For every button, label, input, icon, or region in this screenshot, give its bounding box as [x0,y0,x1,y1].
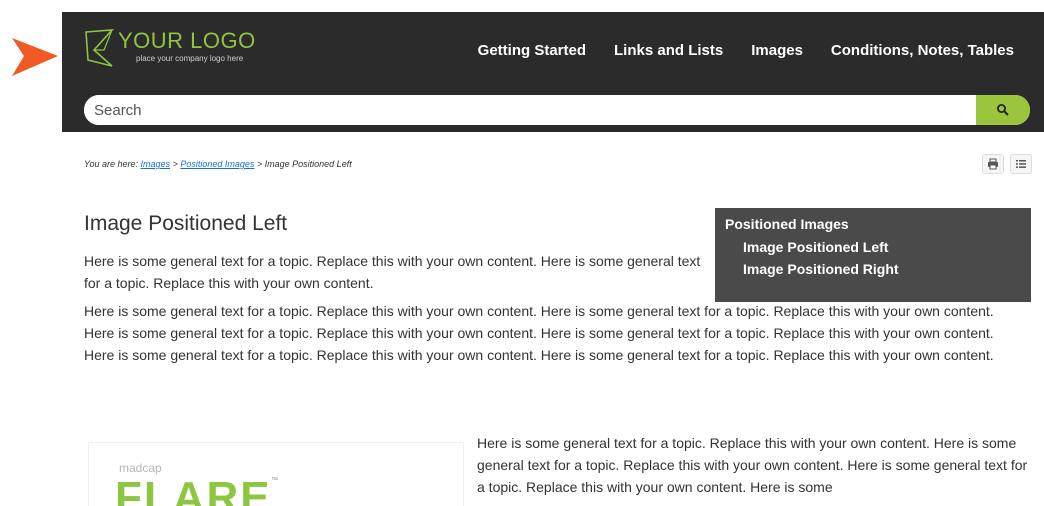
breadcrumb-link-images[interactable]: Images [141,159,171,169]
breadcrumb-prefix: You are here: [84,159,141,169]
logo[interactable]: YOUR LOGO place your company logo here [84,28,256,74]
paragraph-1: Here is some general text for a topic. R… [84,253,701,291]
breadcrumb-link-positioned-images[interactable]: Positioned Images [180,159,254,169]
search-bar [84,95,1030,125]
breadcrumb-separator: > [170,159,181,169]
flare-image: madcap FLARE ™ [88,442,464,506]
nav-conditions-notes-tables[interactable]: Conditions, Notes, Tables [831,42,1014,59]
breadcrumb-separator: > [254,159,265,169]
paragraph-2: Here is some general text for a topic. R… [84,303,994,363]
toc-toggle-button[interactable] [1010,154,1032,174]
logo-title: YOUR LOGO [118,28,256,53]
breadcrumb-current: Image Positioned Left [264,159,352,169]
list-icon [1016,160,1026,168]
image-trademark: ™ [271,477,278,484]
breadcrumb: You are here: Images > Positioned Images… [84,159,352,169]
search-button[interactable] [976,95,1030,125]
print-button[interactable] [982,154,1004,174]
paragraph-3: Here is some general text for a topic. R… [477,435,1028,495]
printer-icon [988,158,998,170]
search-input[interactable] [84,95,976,125]
main-nav: Getting Started Links and Lists Images C… [478,42,1014,59]
nav-getting-started[interactable]: Getting Started [478,42,586,59]
nav-links-and-lists[interactable]: Links and Lists [614,42,723,59]
image-brand-large: FLARE [115,473,272,506]
arrow-pointer-icon [12,38,58,76]
browser-frame: YOUR LOGO place your company logo here G… [62,12,1044,506]
logo-icon [85,29,114,67]
page-title: Image Positioned Left [84,212,288,235]
magnifier-icon [997,104,1009,116]
topic-toolbar [982,154,1032,174]
topic-content: Image Positioned Left Here is some gener… [84,212,1024,372]
header: YOUR LOGO place your company logo here G… [62,12,1044,88]
nav-images[interactable]: Images [751,42,803,59]
logo-subtitle: place your company logo here [136,54,244,63]
